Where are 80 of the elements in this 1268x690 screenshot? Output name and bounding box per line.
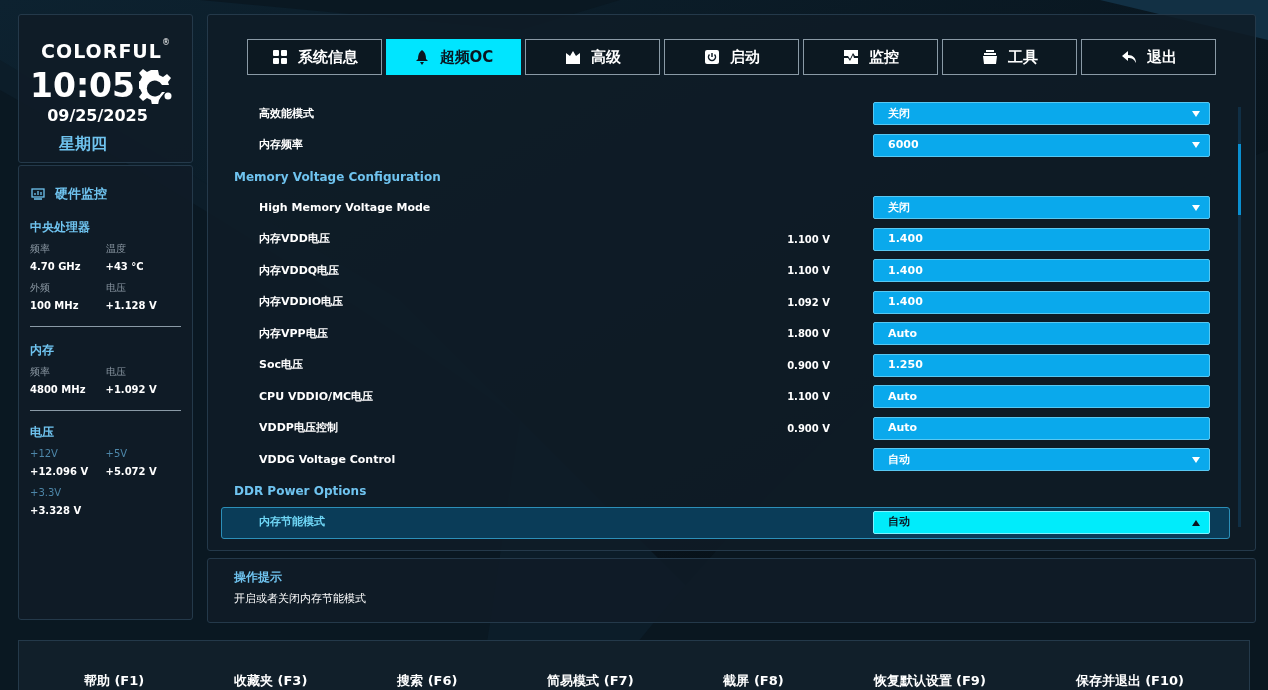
voltage-reading: 1.100 V [786, 264, 830, 279]
power-icon [703, 49, 720, 65]
dropdown[interactable]: 自动 [873, 511, 1210, 534]
section-title: 中央处理器 [30, 218, 91, 236]
stat-value: +5.072 V [105, 464, 158, 479]
tab[interactable]: 监控 [803, 39, 938, 75]
stat-value: +12.096 V [30, 464, 90, 479]
setting-label: High Memory Voltage Mode [258, 199, 432, 216]
crown-icon [564, 49, 581, 65]
monitor-icon [31, 187, 45, 200]
hotkey-label[interactable]: 简易模式 (F7) [547, 671, 634, 689]
caret-icon [1192, 110, 1200, 117]
weekday-text: 星期四 [58, 132, 107, 155]
tab[interactable]: 超频OC [386, 39, 521, 75]
section-title: 内存 [30, 341, 55, 359]
gear-icon [139, 67, 173, 104]
brand-logo: COLORFUL [41, 39, 162, 64]
date-text: 09/25/2025 [47, 104, 148, 127]
hotkey-label[interactable]: 截屏 (F8) [723, 671, 784, 689]
stat-value: +1.092 V [105, 382, 158, 397]
registered-mark: ® [161, 37, 170, 49]
hotkey-label[interactable]: 帮助 (F1) [83, 671, 145, 689]
tab[interactable]: 系统信息 [247, 39, 382, 75]
setting-label: 高效能模式 [258, 105, 315, 122]
stat-label: 频率 [30, 364, 51, 379]
voltage-reading: 1.100 V [786, 390, 830, 405]
voltage-reading: 0.900 V [786, 358, 830, 373]
help-text: 开启或者关闭内存节能模式 [234, 591, 367, 607]
voltage-reading: 1.092 V [786, 295, 830, 310]
hotkey-label[interactable]: 搜索 (F6) [397, 671, 458, 689]
tab[interactable]: 工具 [942, 39, 1077, 75]
setting-label: 内存频率 [258, 137, 304, 153]
tab[interactable]: 启动 [664, 39, 799, 75]
scroll-thumb[interactable] [1238, 144, 1241, 215]
caret-icon [1192, 456, 1200, 463]
setting-label: 内存VPP电压 [258, 325, 329, 342]
stat-label: +3.3V [30, 485, 63, 500]
grid-icon [271, 49, 288, 65]
hotkey-label[interactable]: 保存并退出 (F10) [1075, 671, 1185, 689]
caret-icon [1192, 519, 1200, 526]
section-heading: DDR Power Options [234, 483, 367, 500]
setting-label: 内存VDD电压 [258, 231, 331, 247]
scroll-track[interactable] [1238, 107, 1241, 527]
stat-value: +1.128 V [105, 298, 158, 313]
voltage-reading: 0.900 V [786, 421, 830, 436]
help-title: 操作提示 [234, 569, 283, 586]
stat-value: 100 MHz [30, 298, 80, 313]
stat-value: +3.328 V [30, 503, 83, 518]
stat-value: +43 °C [105, 259, 145, 274]
panel-title: 硬件监控 [55, 185, 107, 203]
back-arrow-icon [1120, 49, 1137, 65]
setting-label: CPU VDDIO/MC电压 [258, 388, 375, 405]
stat-value: 4800 MHz [30, 382, 87, 397]
stat-label: 外频 [30, 280, 51, 295]
voltage-reading: 1.800 V [786, 327, 830, 342]
stat-label: 频率 [30, 241, 51, 256]
stat-label: 电压 [105, 280, 127, 295]
section-heading: Memory Voltage Configuration [234, 168, 441, 186]
setting-label: 内存VDDIO电压 [258, 294, 345, 310]
setting-label: 内存节能模式 [258, 514, 326, 531]
toolbox-icon [981, 49, 998, 65]
selected-row[interactable]: 内存节能模式 自动 [221, 506, 1230, 539]
setting-label: 内存VDDQ电压 [258, 262, 341, 279]
stat-value: 4.70 GHz [30, 259, 82, 274]
section-title: 电压 [30, 423, 55, 441]
setting-label: VDDP电压控制 [258, 420, 339, 436]
stat-label: 温度 [105, 241, 127, 256]
voltage-reading: 1.100 V [786, 232, 830, 247]
caret-icon [1192, 204, 1200, 211]
hotkey-label[interactable]: 恢复默认设置 (F9) [873, 671, 986, 689]
stat-label: +5V [105, 446, 129, 461]
stat-label: +12V [30, 446, 59, 461]
tab[interactable]: 退出 [1081, 39, 1216, 75]
clock-time: 10:05 [29, 69, 135, 102]
tab[interactable]: 高级 [525, 39, 660, 75]
setting-label: Soc电压 [258, 357, 304, 373]
stat-label: 电压 [105, 364, 127, 379]
hotkey-label[interactable]: 收藏夹 (F3) [234, 671, 308, 689]
pulse-icon [842, 49, 859, 65]
setting-label: VDDG Voltage Control [258, 451, 397, 468]
